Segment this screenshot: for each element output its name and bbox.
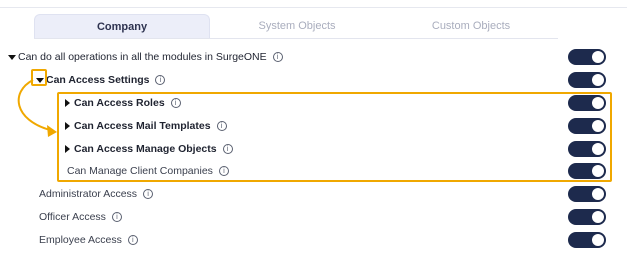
permission-label: Administrator Access bbox=[39, 188, 138, 200]
permission-label: Employee Access bbox=[39, 234, 122, 246]
toggle-employee-access[interactable] bbox=[568, 232, 606, 248]
permission-row-administrator-access: Administrator Access i bbox=[39, 185, 154, 203]
info-icon[interactable]: i bbox=[143, 189, 154, 199]
info-icon[interactable]: i bbox=[155, 75, 166, 85]
toggle-administrator-access[interactable] bbox=[568, 186, 606, 202]
tab-bar: Company System Objects Custom Objects bbox=[34, 14, 558, 39]
highlight-children-box bbox=[57, 92, 612, 182]
permission-label: Can Access Settings bbox=[46, 74, 150, 86]
highlight-caret-box bbox=[31, 69, 47, 86]
info-icon[interactable]: i bbox=[127, 235, 138, 245]
permission-label: Can do all operations in all the modules… bbox=[18, 51, 267, 63]
permission-row-employee-access: Employee Access i bbox=[39, 231, 138, 249]
permission-row-access-settings: Can Access Settings i bbox=[36, 71, 166, 89]
toggle-officer-access[interactable] bbox=[568, 209, 606, 225]
toggle-knob bbox=[592, 188, 604, 200]
toggle-knob bbox=[592, 74, 604, 86]
caret-down-icon[interactable] bbox=[8, 54, 16, 60]
permission-row-all-operations: Can do all operations in all the modules… bbox=[8, 48, 283, 66]
info-icon[interactable]: i bbox=[111, 212, 122, 222]
tab-custom-objects[interactable]: Custom Objects bbox=[384, 14, 558, 38]
permission-row-officer-access: Officer Access i bbox=[39, 208, 122, 226]
permission-label: Officer Access bbox=[39, 211, 106, 223]
top-divider bbox=[0, 0, 627, 8]
toggle-knob bbox=[592, 51, 604, 63]
tab-system-objects[interactable]: System Objects bbox=[210, 14, 384, 38]
toggle-access-settings[interactable] bbox=[568, 72, 606, 88]
toggle-knob bbox=[592, 234, 604, 246]
tab-company[interactable]: Company bbox=[34, 14, 210, 38]
info-icon[interactable]: i bbox=[272, 52, 283, 62]
toggle-all-operations[interactable] bbox=[568, 49, 606, 65]
toggle-knob bbox=[592, 211, 604, 223]
